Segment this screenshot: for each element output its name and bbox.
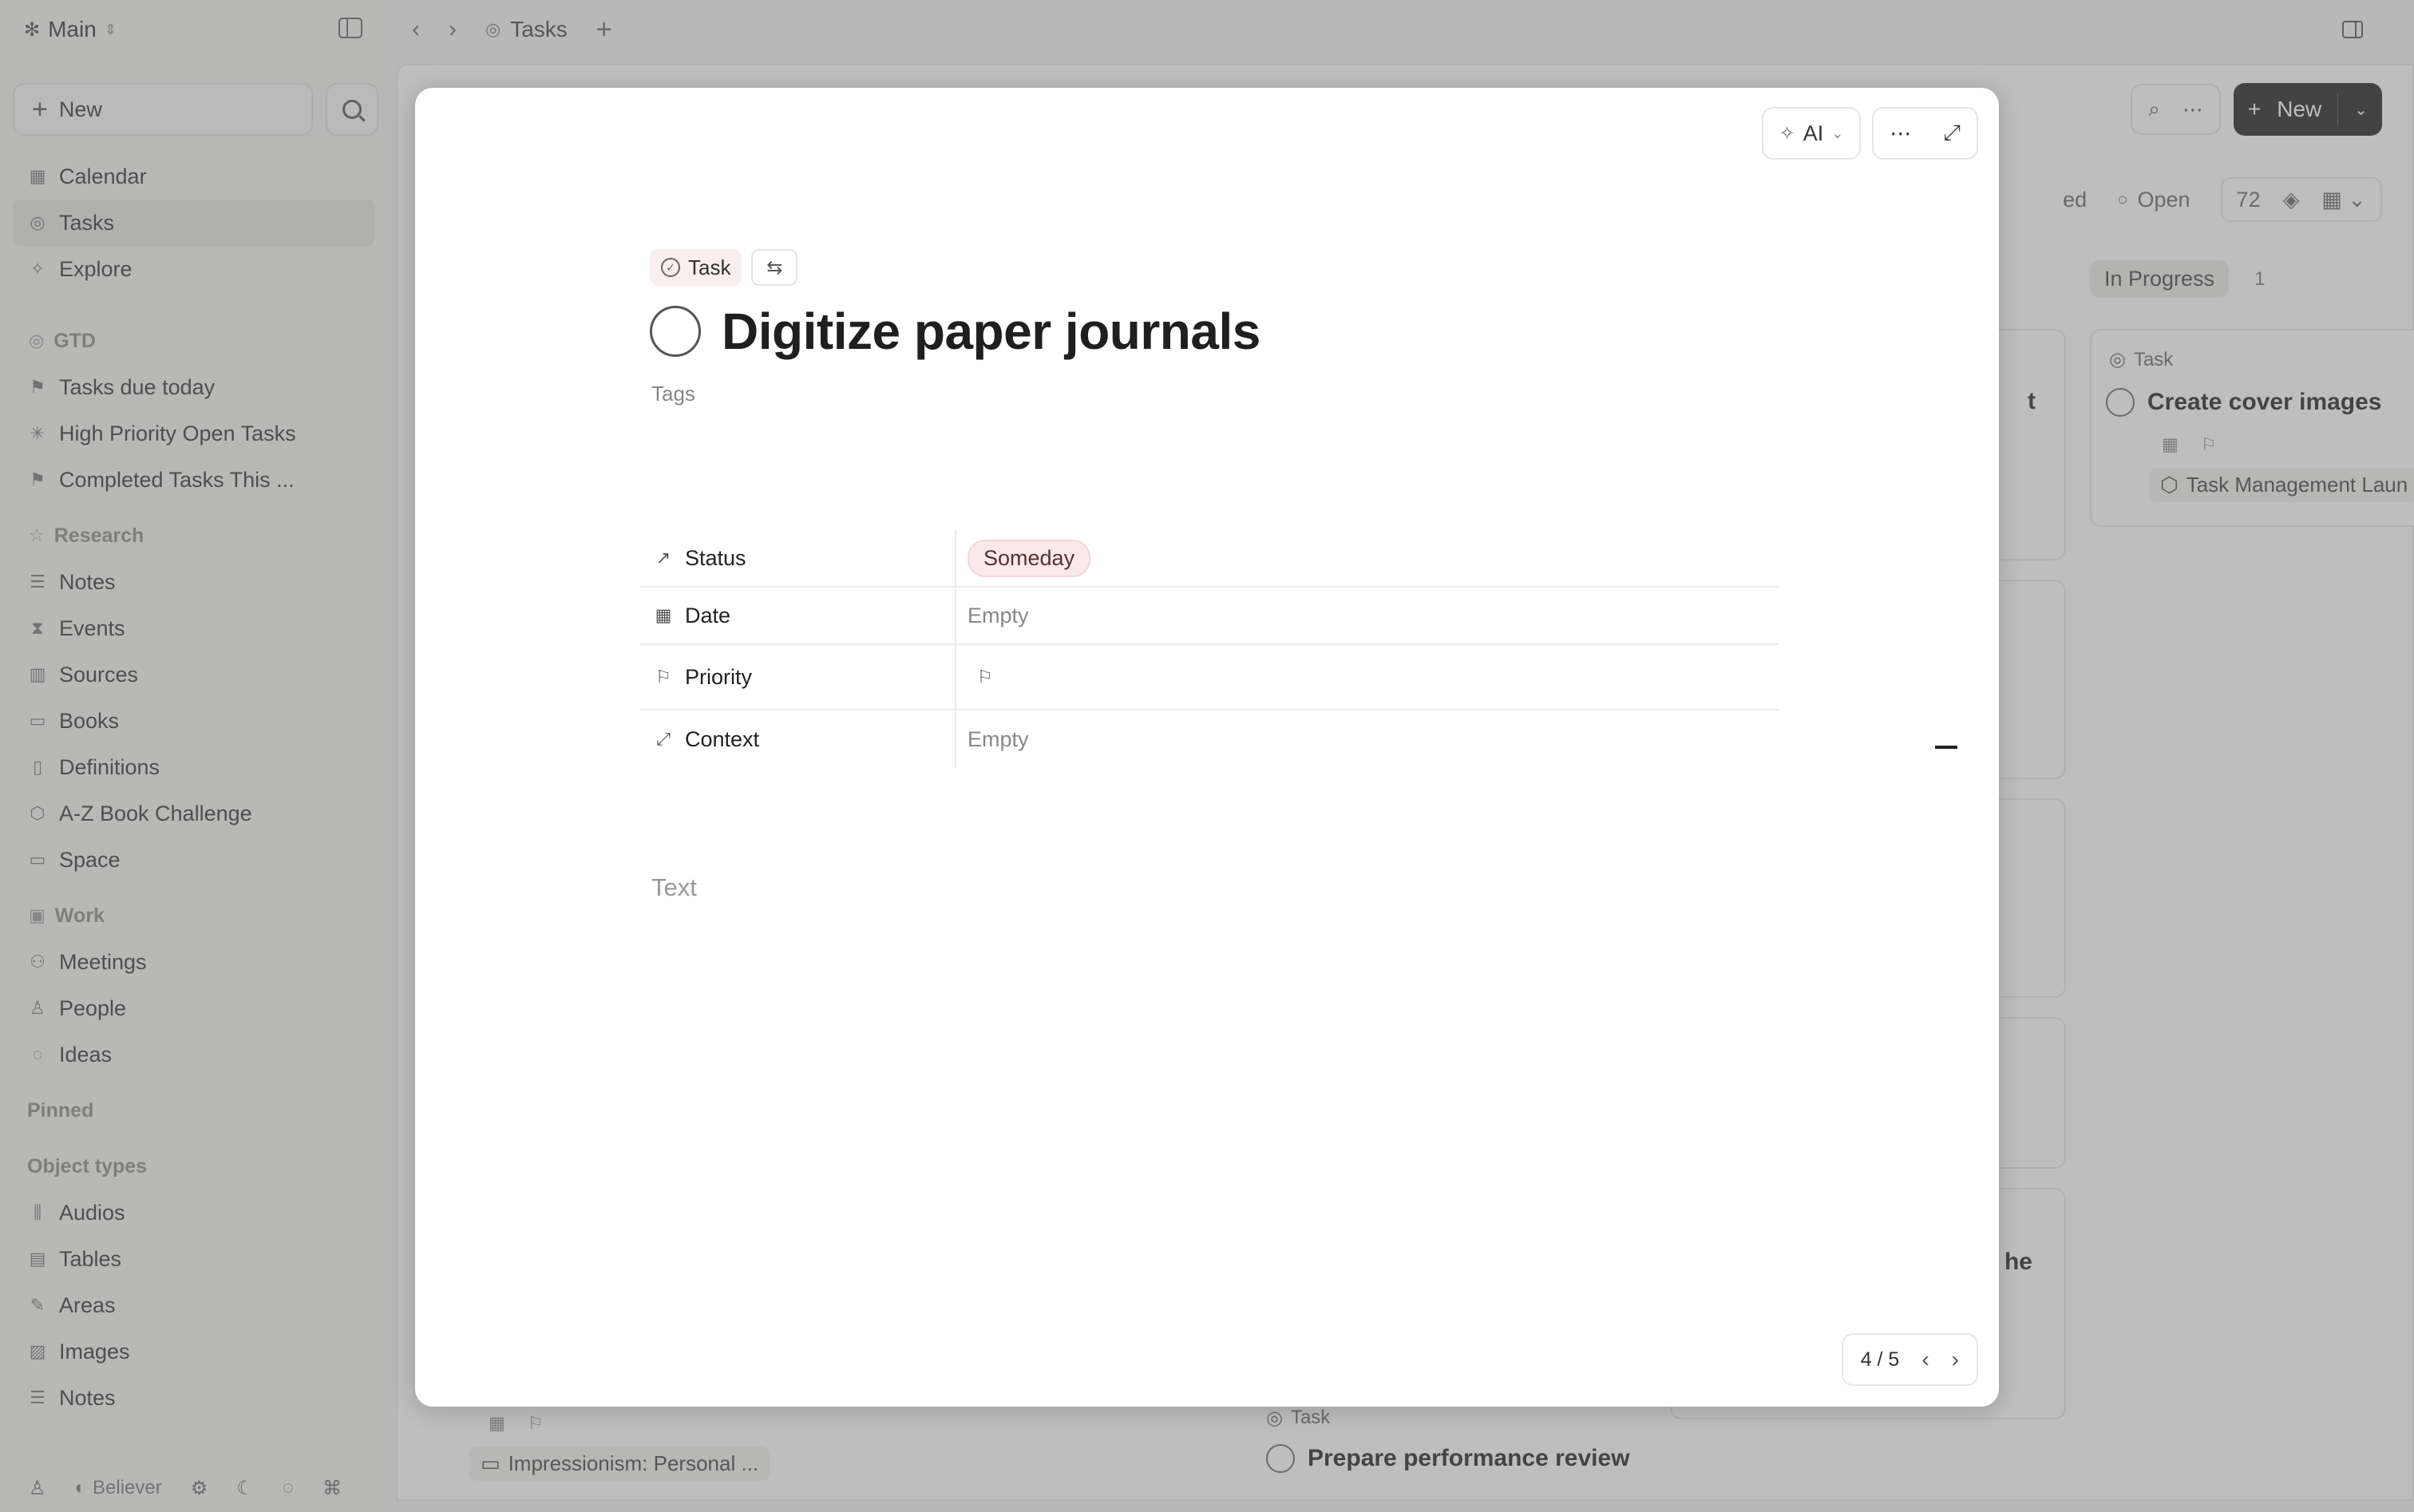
previous-icon[interactable]: ‹ (1921, 1347, 1929, 1372)
property-value[interactable]: Someday (956, 530, 1779, 586)
property-value[interactable]: Empty (956, 710, 1779, 768)
title-row: Digitize paper journals (650, 302, 1260, 361)
task-detail-modal: ✧ AI ⌄ ⋯ ⤢ ✓ Task ⇆ Digitize paper journ… (415, 88, 1999, 1407)
check-circle-icon: ✓ (661, 258, 680, 277)
property-name[interactable]: ⤢ Context (640, 710, 956, 768)
collapse-icon[interactable] (1935, 746, 1957, 749)
property-empty-value[interactable]: Empty (968, 727, 1029, 752)
object-type-chip[interactable]: ✓ Task (650, 249, 742, 286)
properties-table: ↗ Status Someday ▦ Date Empty ⚐ Priority ⚐ ⤢ Conte… (640, 530, 1779, 768)
property-name[interactable]: ↗ Status (640, 530, 956, 586)
chevron-down-icon: ⌄ (1831, 125, 1844, 141)
swap-icon[interactable]: ⇆ (751, 249, 798, 286)
property-name-label: Date (685, 603, 731, 627)
pager: 4 / 5 ‹ › (1841, 1333, 1978, 1386)
trend-up-icon: ↗ (655, 548, 671, 568)
calendar-icon: ▦ (655, 605, 672, 625)
property-name[interactable]: ⚐ Priority (640, 645, 956, 709)
property-name-label: Priority (685, 664, 753, 689)
property-row-status: ↗ Status Someday (640, 530, 1779, 588)
expand-icon[interactable]: ⤢ (1943, 121, 1961, 146)
property-empty-value[interactable]: Empty (968, 604, 1029, 628)
tags-field[interactable]: Tags (651, 382, 695, 406)
text-editor-placeholder[interactable]: Text (651, 873, 697, 902)
sparkle-icon: ✧ (1779, 122, 1795, 144)
flag-icon: ⚐ (655, 667, 671, 687)
ai-button[interactable]: ✧ AI ⌄ (1761, 107, 1862, 160)
pager-label: 4 / 5 (1860, 1348, 1900, 1371)
property-row-date: ▦ Date Empty (640, 588, 1779, 645)
property-name[interactable]: ▦ Date (640, 588, 956, 643)
link-icon: ⤢ (656, 729, 671, 749)
property-name-label: Status (685, 545, 746, 570)
property-row-context: ⤢ Context Empty (640, 710, 1779, 768)
page-title[interactable]: Digitize paper journals (722, 302, 1260, 361)
property-name-label: Context (685, 726, 760, 751)
more-icon[interactable]: ⋯ (1890, 121, 1911, 146)
complete-checkbox[interactable] (650, 306, 701, 357)
modal-toolbar: ✧ AI ⌄ ⋯ ⤢ (1761, 107, 1978, 160)
object-type-row: ✓ Task ⇆ (650, 249, 798, 286)
modal-actions: ⋯ ⤢ (1872, 107, 1978, 160)
ai-label: AI (1803, 121, 1824, 145)
property-row-priority: ⚐ Priority ⚐ (640, 645, 1779, 710)
next-icon[interactable]: › (1952, 1347, 1959, 1372)
property-value[interactable]: ⚐ (956, 645, 1779, 709)
flag-icon[interactable]: ⚐ (977, 667, 993, 687)
object-type-label: Task (688, 255, 731, 279)
status-pill[interactable]: Someday (968, 539, 1091, 577)
property-value[interactable]: Empty (956, 588, 1779, 643)
